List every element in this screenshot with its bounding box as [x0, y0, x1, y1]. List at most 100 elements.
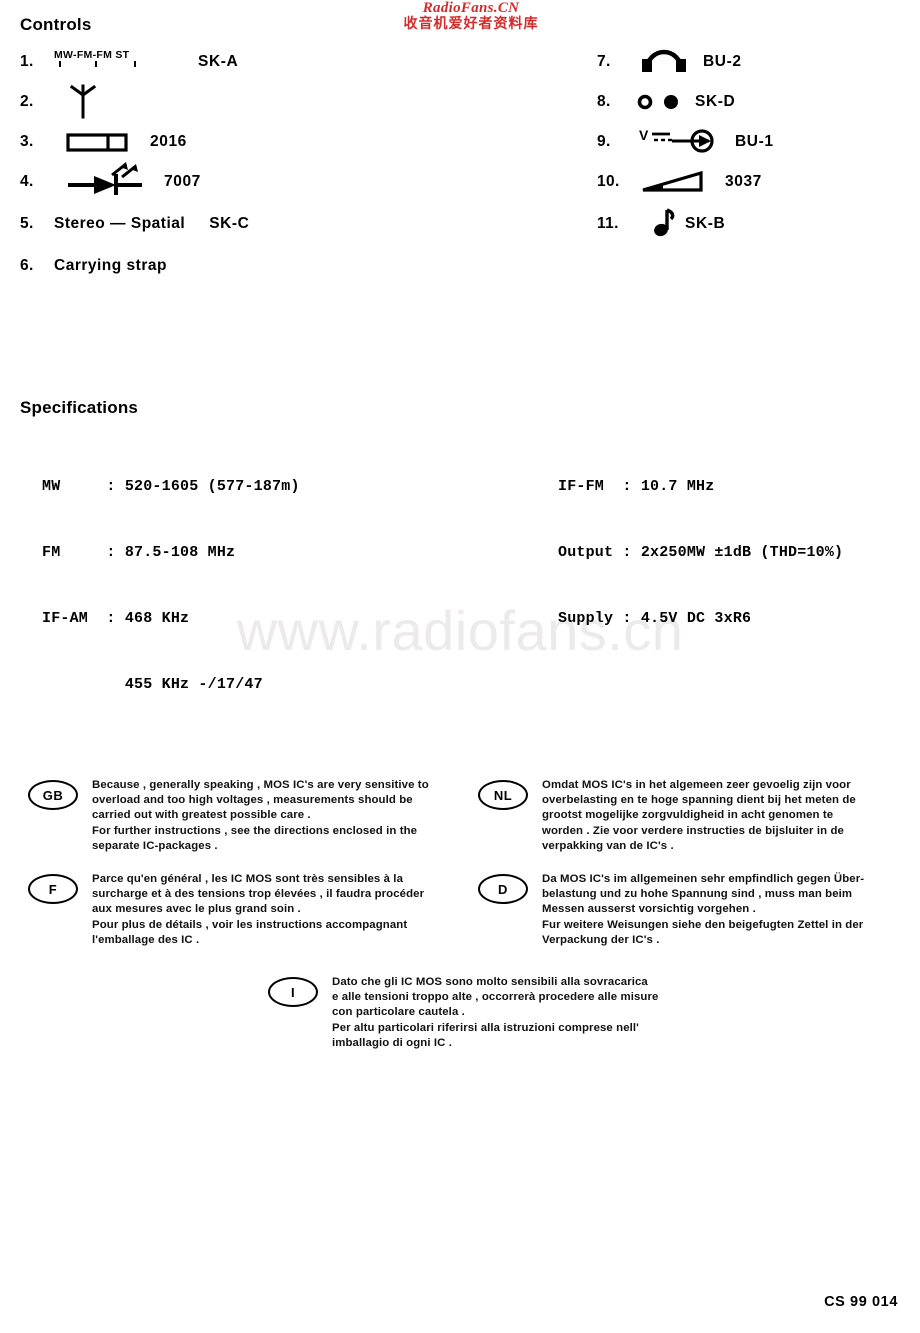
tuning-scale-icon [66, 131, 128, 153]
spec-line: IF-AM : 468 KHz [42, 610, 190, 627]
control-label: SK-C [209, 215, 250, 232]
note-line: verpakking van de IC's . [542, 839, 674, 852]
control-row-9: 9. V BU-1 [597, 122, 907, 162]
language-badge-i: I [268, 977, 318, 1007]
control-label: 2016 [150, 133, 187, 150]
note-line: Dato che gli IC MOS sono molto sensibili… [332, 976, 648, 988]
control-row-11: 11. SK-B [597, 202, 907, 246]
note-line: e alle tensioni troppo alte , occorrerà … [332, 991, 659, 1004]
watermark-top-latin: RadioFans.CN [422, 0, 520, 16]
control-number: 8. [597, 93, 611, 110]
control-number: 11. [597, 215, 619, 232]
spec-line: 455 KHz -/17/47 [42, 676, 263, 693]
note-line: l'emballage des IC . [92, 933, 200, 946]
note-line: Per altu particolari riferirsi alla istr… [332, 1021, 639, 1034]
music-note-icon [653, 206, 677, 238]
watermark-top-cjk: 收音机爱好者资料库 [403, 15, 539, 32]
note-line: grootst mogelijke zorgvuldigheid in acht… [542, 809, 834, 822]
control-label: SK-D [695, 93, 736, 110]
control-row-2: 2. [20, 82, 440, 122]
note-line: Fur weitere Weisungen siehe den beigefug… [542, 918, 864, 931]
note-line: carried out with greatest possible care … [92, 809, 311, 822]
control-number: 10. [597, 173, 620, 190]
language-note-gb: GB Because , generally speaking , MOS IC… [28, 778, 468, 854]
control-label: 3037 [725, 173, 762, 190]
note-line: Da MOS IC's im allgemeinen sehr empfindl… [542, 873, 865, 885]
control-number: 5. [20, 215, 34, 232]
volume-wedge-icon [641, 170, 707, 194]
controls-right-column: 7. BU-2 8. SK-D 9. V BU-1 10. 3037 11. S… [597, 42, 907, 246]
power-on-off-icon [637, 92, 687, 112]
control-row-10: 10. 3037 [597, 162, 907, 202]
control-text: Carrying strap [54, 257, 167, 274]
headphones-icon [641, 45, 687, 73]
note-line: Verpackung der IC's . [542, 933, 660, 946]
control-number: 9. [597, 133, 611, 150]
control-number: 1. [20, 53, 34, 70]
spec-line: Output : 2x250MW ±1dB (THD=10%) [558, 544, 844, 561]
control-row-4: 4. 7007 [20, 162, 440, 202]
control-number: 4. [20, 173, 34, 190]
control-row-7: 7. BU-2 [597, 42, 907, 82]
control-number: 6. [20, 257, 34, 274]
language-note-text-d: Da MOS IC's im allgemeinen sehr empfindl… [542, 872, 864, 948]
note-line: separate IC-packages . [92, 839, 218, 852]
controls-left-column: 1. MW-FM-FM ST SK-A 2. 3. 2016 4. 7007 5… [20, 42, 440, 286]
control-label: BU-1 [735, 133, 774, 150]
language-badge-nl: NL [478, 780, 528, 810]
note-line: overload and too high voltages , measure… [92, 794, 413, 807]
control-label: BU-2 [703, 53, 742, 70]
note-line: Messen ausserst vorsichtig vorgehen . [542, 903, 756, 916]
language-badge-f: F [28, 874, 78, 904]
language-badge-gb: GB [28, 780, 78, 810]
note-line: belastung und zu hohe Spannung sind , mu… [542, 888, 853, 901]
spec-line: FM : 87.5-108 MHz [42, 544, 236, 561]
language-note-i: I Dato che gli IC MOS sono molto sensibi… [268, 975, 718, 1051]
language-note-text-f: Parce qu'en général , les IC MOS sont tr… [92, 872, 424, 948]
control-text: Stereo — Spatial [54, 215, 186, 232]
watermark-top: RadioFans.CN 收音机爱好者资料库 [356, 0, 586, 32]
dc-power-jack-icon: V [639, 125, 723, 155]
control-row-6: 6. Carrying strap [20, 246, 440, 286]
specifications-right-column: IF-FM : 10.7 MHz Output : 2x250MW ±1dB (… [558, 432, 843, 652]
note-line: imballagio di ogni IC . [332, 1036, 453, 1049]
slide-switch-tick-marks [54, 60, 172, 68]
spec-line: IF-FM : 10.7 MHz [558, 478, 715, 495]
control-number: 7. [597, 53, 611, 70]
language-badge-d: D [478, 874, 528, 904]
language-note-text-i: Dato che gli IC MOS sono molto sensibili… [332, 975, 658, 1051]
control-row-8: 8. SK-D [597, 82, 907, 122]
svg-text:V: V [639, 127, 649, 143]
specifications-left-column: MW : 520-1605 (577-187m) FM : 87.5-108 M… [42, 432, 300, 718]
note-line: con particolare cautela . [332, 1006, 465, 1019]
note-line: Omdat MOS IC's in het algemeen zeer gevo… [542, 779, 851, 791]
note-line: For further instructions , see the direc… [92, 824, 418, 837]
language-note-text-nl: Omdat MOS IC's in het algemeen zeer gevo… [542, 778, 856, 854]
note-line: overbelasting en te hoge spanning dient … [542, 794, 856, 807]
control-row-5: 5. Stereo — Spatial SK-C [20, 202, 440, 246]
specifications-heading: Specifications [20, 398, 139, 417]
control-row-3: 3. 2016 [20, 122, 440, 162]
spec-line: MW : 520-1605 (577-187m) [42, 478, 300, 495]
note-line: Parce qu'en général , les IC MOS sont tr… [92, 873, 404, 885]
controls-heading: Controls [20, 15, 92, 34]
control-number: 3. [20, 133, 34, 150]
control-label: SK-A [198, 53, 239, 70]
note-line: Pour plus de détails , voir les instruct… [92, 918, 408, 931]
led-diode-icon [66, 161, 150, 195]
language-note-f: F Parce qu'en général , les IC MOS sont … [28, 872, 478, 948]
control-row-1: 1. MW-FM-FM ST SK-A [20, 42, 440, 82]
language-note-d: D Da MOS IC's im allgemeinen sehr empfin… [478, 872, 920, 948]
slide-switch-positions-label: MW-FM-FM ST [54, 49, 130, 62]
document-code: CS 99 014 [824, 1294, 898, 1310]
language-note-text-gb: Because , generally speaking , MOS IC's … [92, 778, 429, 854]
control-number: 2. [20, 93, 34, 110]
language-note-nl: NL Omdat MOS IC's in het algemeen zeer g… [478, 778, 918, 854]
control-label: SK-B [685, 215, 726, 232]
note-line: surcharge et à des tensions trop élevées… [92, 888, 425, 901]
note-line: worden . Zie voor verdere instructies de… [542, 824, 844, 837]
note-line: aux mesures avec le plus grand soin . [92, 903, 301, 916]
note-line: Because , generally speaking , MOS IC's … [92, 779, 429, 791]
control-label: 7007 [164, 173, 201, 190]
antenna-icon [68, 84, 98, 119]
